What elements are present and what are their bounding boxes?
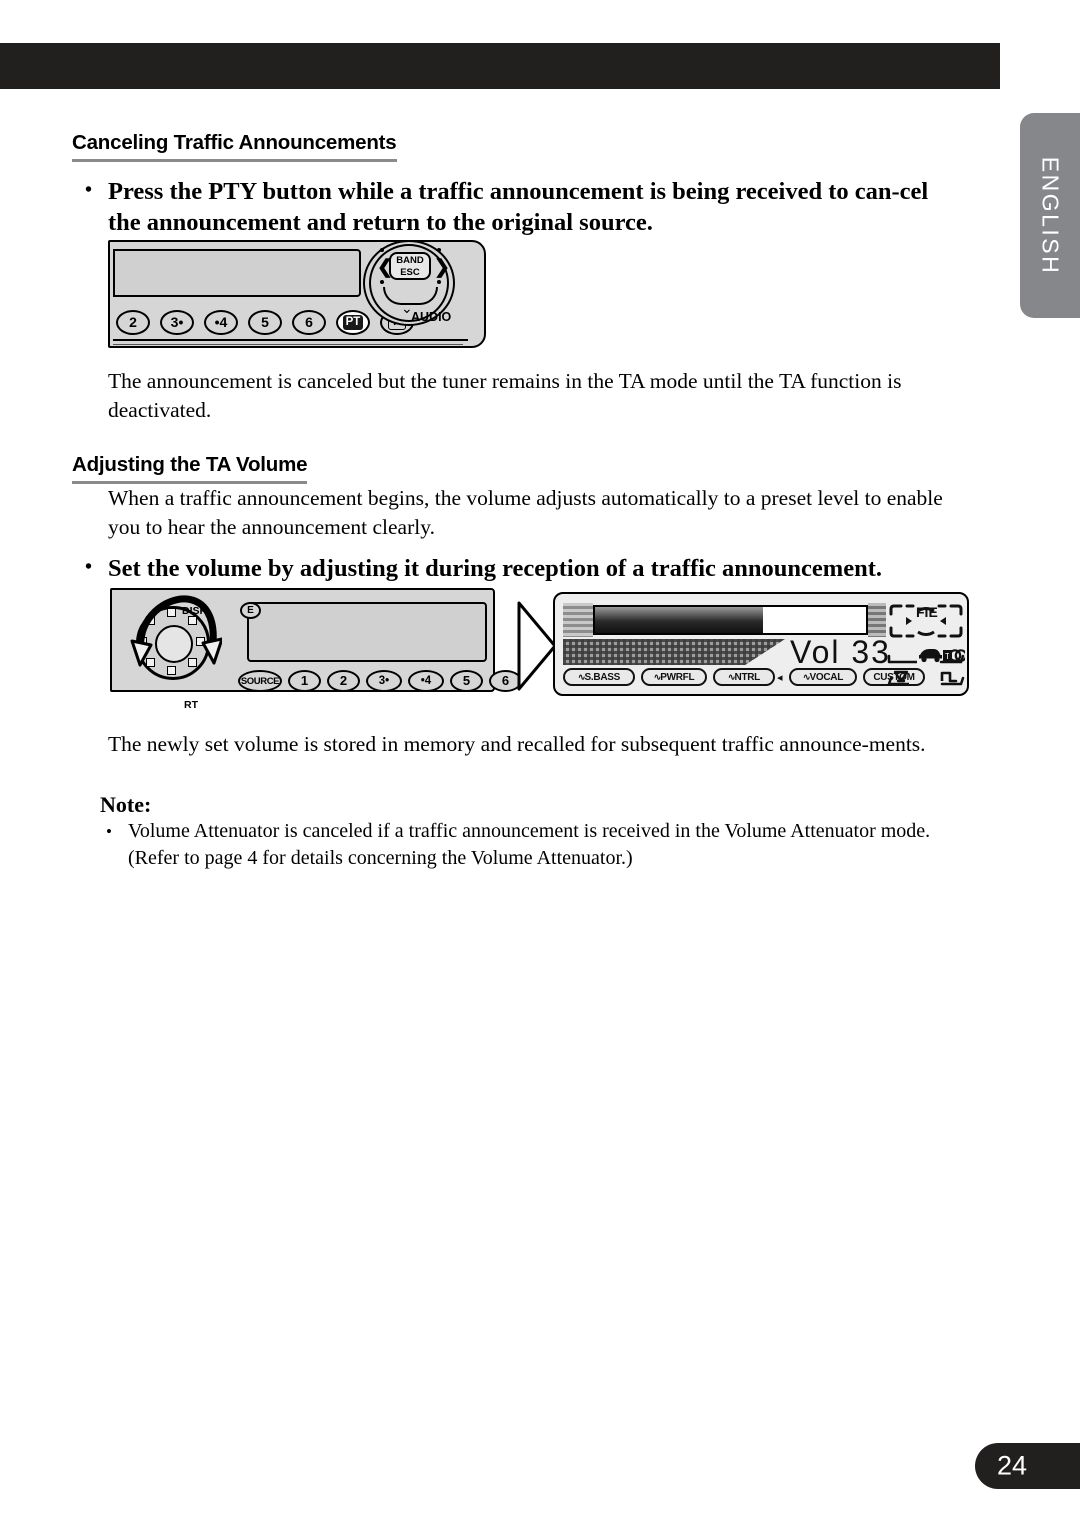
rocker-control-group[interactable]: BAND ESC ❮ ❯ ⌄ AUDIO — [353, 240, 463, 332]
lcd-right-segment-block — [868, 603, 886, 637]
speaker-level-icons — [887, 670, 965, 686]
eq-tag-sbass: ∿S.BASS — [563, 668, 635, 686]
preset-button-1[interactable]: 1 — [288, 670, 321, 692]
bullet-press-pty-button-text: Press the PTY button while a traffic ann… — [108, 178, 929, 236]
rocker-right-arrow-icon[interactable]: ❯ — [434, 256, 450, 279]
bullet-marker-icon: • — [85, 556, 93, 578]
volume-bar-fill — [595, 607, 764, 633]
band-esc-button[interactable]: BAND ESC — [389, 252, 431, 280]
illustration-head-unit-volume-knob: DISP RT E SOURCE 1 2 3• •4 5 6 — [110, 588, 522, 711]
preset-button-3[interactable]: 3• — [366, 670, 402, 692]
loudness-curve-icon — [940, 671, 958, 683]
eq-button[interactable]: E — [240, 602, 261, 619]
preset-button-4[interactable]: •4 — [408, 670, 444, 692]
body-text-announcement-canceled: The announcement is canceled but the tun… — [108, 369, 902, 422]
eq-tag-ntrl: ∿NTRL — [713, 668, 775, 686]
preset-button-4[interactable]: •4 — [204, 310, 238, 335]
lcd-right-indicator-cluster: T FIE — [887, 602, 965, 690]
language-tab: ENGLISH — [1020, 113, 1080, 318]
unit-body: DISP RT E SOURCE 1 2 3• •4 5 6 — [110, 588, 522, 711]
source-indicator-icons: T — [887, 649, 965, 664]
preset-button-6[interactable]: 6 — [292, 310, 326, 335]
note-title: Note: — [100, 792, 152, 817]
preset-button-2[interactable]: 2 — [327, 670, 360, 692]
preset-button-3[interactable]: 3• — [160, 310, 194, 335]
rocker-dot-icon — [380, 280, 384, 284]
unit-screen — [247, 602, 487, 662]
section-heading-canceling-traffic-announcements: Canceling Traffic Announcements — [72, 131, 397, 162]
bullet-marker-icon: • — [106, 822, 112, 841]
preset-button-2[interactable]: 2 — [116, 310, 150, 335]
unit-body: 2 3• •4 5 6 PT P BAND ESC ❮ ❯ — [108, 240, 486, 348]
rotation-arrow-icon — [130, 595, 222, 667]
volume-readout: Vol 33 — [790, 634, 891, 670]
illustration-head-unit-pty: 2 3• •4 5 6 PT P BAND ESC ❮ ❯ — [108, 240, 503, 362]
preset-button-5[interactable]: 5 — [450, 670, 483, 692]
source-button[interactable]: SOURCE — [238, 670, 282, 692]
audio-label: AUDIO — [411, 310, 452, 324]
bullet-press-pty-button: • Press the PTY button while a traffic a… — [85, 176, 938, 238]
eq-tag-ntrl-label: NTRL — [734, 672, 761, 683]
language-tab-label: ENGLISH — [1037, 156, 1064, 275]
eq-tag-pwrfl: ∿PWRFL — [641, 668, 707, 686]
eq-pointer-icon: ◂ — [777, 672, 783, 684]
bullet-marker-icon: • — [85, 179, 93, 201]
rocker-left-arrow-icon[interactable]: ❮ — [377, 256, 393, 279]
bullet-set-the-volume: • Set the volume by adjusting it during … — [85, 553, 988, 584]
rocker-dot-icon — [437, 280, 441, 284]
lcd-display-panel: Vol 33 ∿S.BASS ∿PWRFL ∿NTRL ◂ ∿VOCAL CUS… — [553, 592, 969, 696]
flow-arrow-icon — [517, 601, 557, 691]
eq-tag-vocal: ∿VOCAL — [789, 668, 857, 686]
note-item: • Volume Attenuator is canceled if a tra… — [106, 818, 948, 872]
note-item-text: Volume Attenuator is canceled if a traff… — [128, 820, 931, 869]
lcd-left-segment-block — [563, 603, 593, 637]
preset-button-5[interactable]: 5 — [248, 310, 282, 335]
esc-label: ESC — [400, 267, 420, 278]
lcd-dot-matrix-area — [563, 639, 785, 665]
eq-tag-vocal-label: VOCAL — [809, 672, 844, 683]
volume-bar-graph — [593, 605, 868, 635]
eq-tag-pwrfl-label: PWRFL — [660, 672, 695, 683]
page-number-tab: 24 — [975, 1443, 1080, 1489]
rocker-dot-icon — [380, 248, 384, 252]
speaker-icon — [893, 670, 909, 683]
rt-label: RT — [184, 699, 198, 711]
unit-divider-line-2 — [113, 344, 463, 345]
eq-tag-sbass-label: S.BASS — [584, 672, 621, 683]
header-bar — [0, 43, 1000, 89]
volume-knob-group[interactable]: DISP RT E — [130, 595, 261, 711]
car-icon — [919, 649, 942, 663]
body-text-ta-volume-intro: When a traffic announcement begins, the … — [108, 486, 943, 539]
bullet-set-the-volume-text: Set the volume by adjusting it during re… — [108, 555, 882, 582]
disp-label: DISP — [182, 605, 207, 617]
page-number-label: 24 — [997, 1450, 1028, 1481]
fie-label: FIE — [916, 604, 938, 620]
section-heading-adjusting-ta-volume: Adjusting the TA Volume — [72, 453, 308, 484]
body-text-volume-stored: The newly set volume is stored in memory… — [108, 732, 926, 756]
unit-divider-line — [113, 339, 468, 341]
unit-screen — [113, 249, 361, 297]
rocker-dot-icon — [437, 248, 441, 252]
band-label: BAND — [396, 255, 424, 266]
